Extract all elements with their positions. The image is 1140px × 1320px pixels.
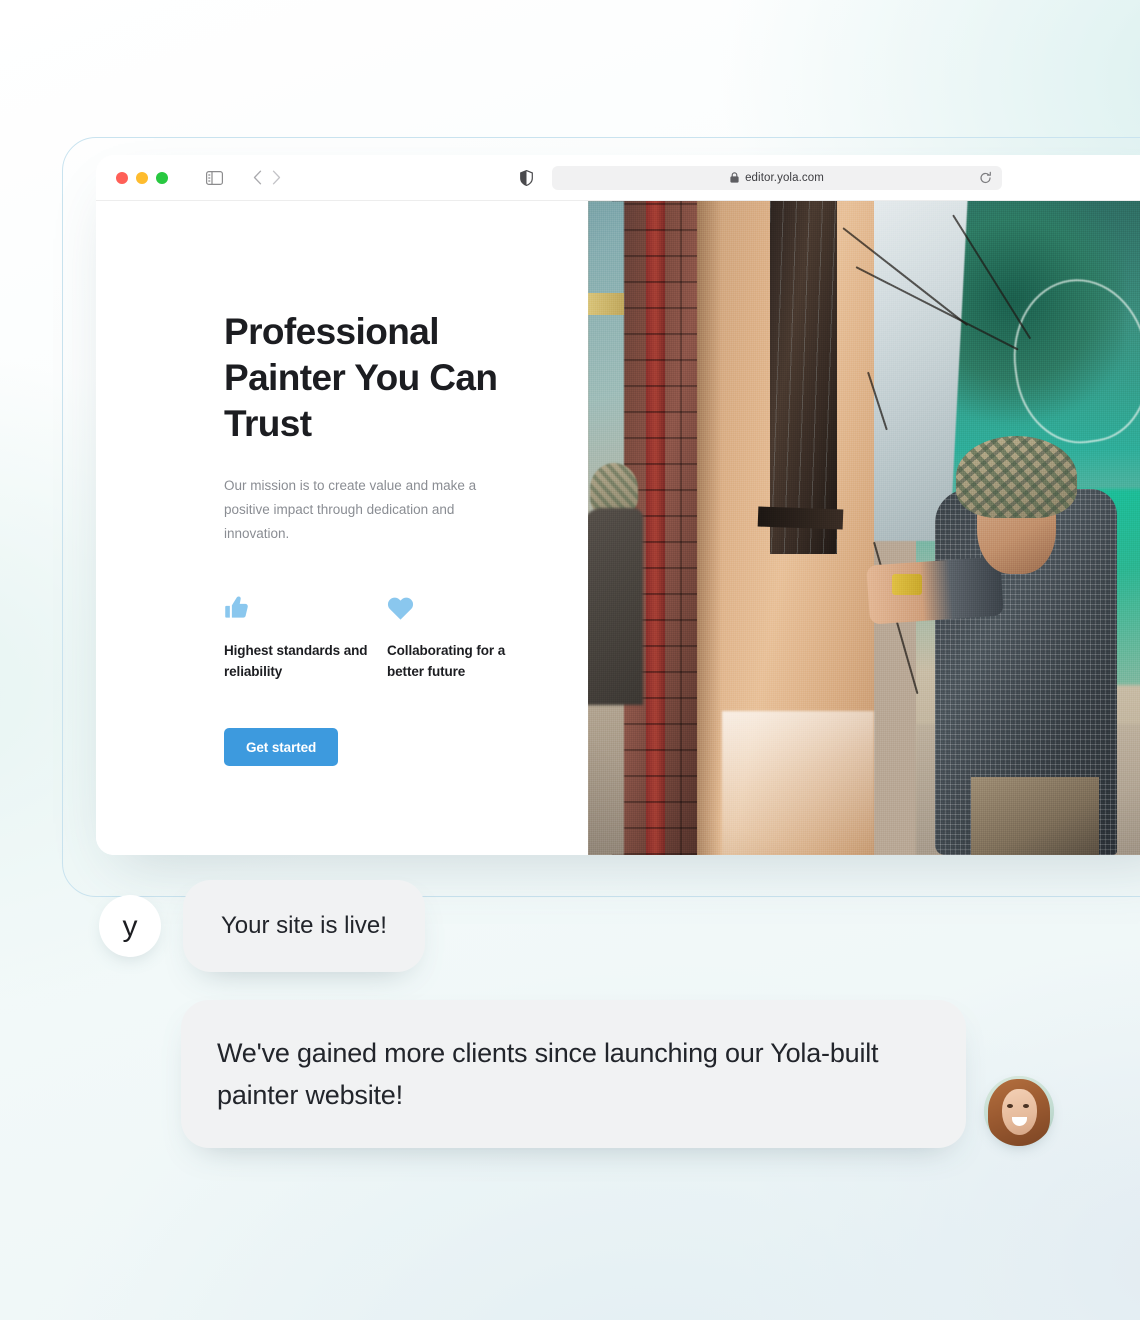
- chat-bubble-site-live: Your site is live!: [183, 880, 425, 972]
- feature-item-collaboration: Collaborating for a better future: [387, 591, 550, 682]
- yola-logo-avatar: y: [99, 895, 161, 957]
- heart-icon: [387, 591, 550, 621]
- feature-label-standards: Highest standards and reliability: [224, 643, 368, 679]
- yola-brand-mark: y: [122, 910, 138, 943]
- sidebar-toggle-icon[interactable]: [206, 170, 223, 185]
- chevron-left-icon[interactable]: [253, 170, 262, 185]
- testimonial-chat: y Your site is live! We've gained more c…: [0, 880, 1140, 1148]
- hero-text-column: Professional Painter You Can Trust Our m…: [96, 201, 588, 855]
- photo-vignette: [588, 201, 1140, 855]
- navigation-arrows: [253, 170, 281, 185]
- thumbs-up-icon: [224, 591, 387, 621]
- site-hero-section: Professional Painter You Can Trust Our m…: [96, 201, 1140, 855]
- customer-avatar: [984, 1076, 1054, 1146]
- reload-icon[interactable]: [979, 171, 992, 184]
- chat-bubble-testimonial: We've gained more clients since launchin…: [181, 1000, 966, 1148]
- avatar-face: [1001, 1088, 1037, 1135]
- browser-window: editor.yola.com Professional Painter You…: [96, 155, 1140, 855]
- page-title: Professional Painter You Can Trust: [224, 311, 498, 444]
- get-started-button[interactable]: Get started: [224, 728, 339, 766]
- hero-image: [588, 201, 1140, 855]
- feature-label-collaboration: Collaborating for a better future: [387, 643, 506, 679]
- privacy-shield-icon[interactable]: [520, 169, 533, 186]
- chevron-right-icon[interactable]: [272, 170, 281, 185]
- minimize-window-button[interactable]: [136, 171, 148, 184]
- address-bar-url: editor.yola.com: [745, 171, 824, 184]
- feature-list: Highest standards and reliability Collab…: [224, 591, 588, 682]
- window-traffic-lights: [116, 171, 168, 184]
- browser-toolbar: editor.yola.com: [96, 155, 1140, 201]
- hero-subheadline: Our mission is to create value and make …: [224, 478, 477, 541]
- chat-row-customer: We've gained more clients since launchin…: [0, 1000, 1140, 1148]
- feature-item-standards: Highest standards and reliability: [224, 591, 387, 682]
- address-bar[interactable]: editor.yola.com: [552, 165, 1002, 190]
- chat-row-yola: y Your site is live!: [0, 880, 1140, 972]
- maximize-window-button[interactable]: [156, 171, 168, 184]
- lock-icon: [730, 172, 739, 183]
- close-window-button[interactable]: [116, 171, 128, 184]
